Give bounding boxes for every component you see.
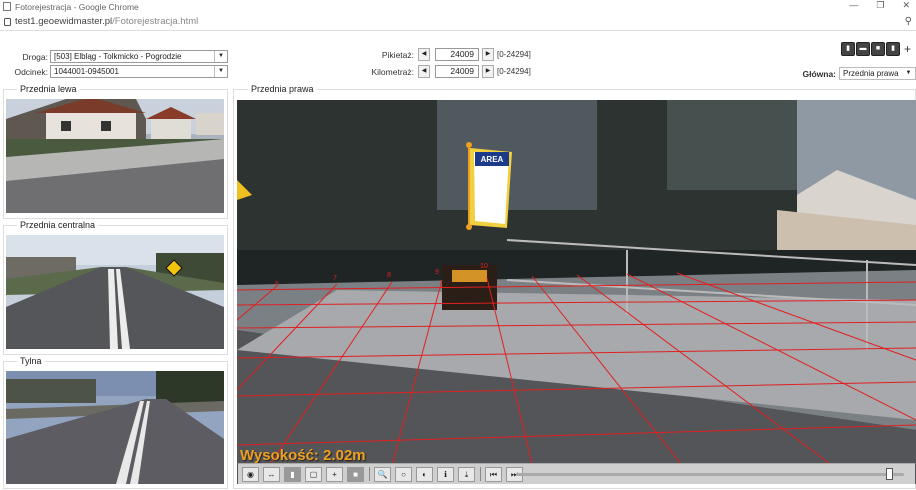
- pikietaz-range: [0-24294]: [497, 50, 531, 59]
- minimize-button[interactable]: —: [849, 0, 858, 11]
- skip-back-icon[interactable]: ⏮: [485, 466, 502, 482]
- glowna-select[interactable]: Przednia prawa ▼: [839, 67, 916, 80]
- extension-icon[interactable]: ⚲: [905, 16, 912, 27]
- kilometraz-input[interactable]: 24009: [435, 65, 479, 78]
- pikietaz-input[interactable]: 24009: [435, 48, 479, 61]
- pikietaz-prev-button[interactable]: ◀: [418, 48, 430, 61]
- measure-height-icon[interactable]: ▮: [284, 466, 301, 482]
- position-slider-track[interactable]: [516, 473, 904, 476]
- info-icon[interactable]: ℹ: [437, 466, 454, 482]
- height-measurement: Wysokość: 2.02m: [240, 447, 366, 464]
- rear-photo[interactable]: [6, 371, 224, 484]
- pikietaz-next-button[interactable]: ▶: [482, 48, 494, 61]
- chevron-down-icon: ▼: [905, 70, 912, 76]
- glowna-select-value: Przednia prawa: [843, 69, 899, 78]
- url-host: test1.geoewidmaster.pl: [15, 16, 113, 27]
- panel-front-right-title: Przednia prawa: [248, 84, 317, 94]
- sign-text: AREA: [481, 155, 504, 164]
- odcinek-select-value: 1044001-0945001: [54, 67, 119, 76]
- grid-number-10: 10: [480, 263, 488, 270]
- position-slider-handle[interactable]: [886, 468, 893, 480]
- front-center-photo[interactable]: [6, 235, 224, 349]
- crosshair-icon[interactable]: +: [326, 466, 343, 482]
- front-left-photo[interactable]: [6, 99, 224, 213]
- page-info-icon[interactable]: [4, 17, 11, 26]
- chevron-down-icon: ▼: [214, 51, 227, 62]
- kilometraz-next-button[interactable]: ▶: [482, 65, 494, 78]
- url-path: /Fotorejestracja.html: [112, 16, 199, 27]
- video-camera-icon[interactable]: ■: [871, 42, 885, 56]
- panel-rear-title: Tylna: [17, 356, 45, 366]
- odcinek-select[interactable]: 1044001-0945001 ▼: [50, 65, 228, 78]
- glowna-label: Główna:: [802, 69, 836, 79]
- add-icon[interactable]: +: [904, 42, 911, 56]
- droga-label: Droga:: [22, 52, 48, 62]
- grid-number-7: 7: [333, 275, 337, 282]
- grid-number-9: 9: [435, 269, 439, 276]
- download-icon[interactable]: ⤓: [458, 466, 475, 482]
- target-icon[interactable]: ◉: [242, 466, 259, 482]
- kilometraz-label: Kilometraż:: [371, 67, 414, 77]
- window-title: Fotorejestracja - Google Chrome: [15, 1, 139, 12]
- panel-front-left-title: Przednia lewa: [17, 84, 80, 94]
- contrast-icon[interactable]: ◐: [416, 466, 433, 482]
- zoom-icon[interactable]: 🔍: [374, 466, 391, 482]
- droga-select[interactable]: [503] Elbląg - Tolkmicko - Pogrodzie ▼: [50, 50, 228, 63]
- document-icon: [3, 2, 11, 11]
- window-titlebar: Fotorejestracja - Google Chrome — ❐ ✕: [0, 0, 916, 13]
- close-button[interactable]: ✕: [902, 0, 910, 11]
- maximize-button[interactable]: ❐: [876, 0, 884, 11]
- grid-number-8: 8: [387, 272, 391, 279]
- rectangle-icon[interactable]: ▢: [305, 466, 322, 482]
- front-right-photo[interactable]: AREA 6 7 8 9 10: [237, 100, 916, 484]
- circle-icon[interactable]: ○: [395, 466, 412, 482]
- toolbar-divider: [369, 467, 370, 481]
- camera-view-4-button[interactable]: ▮: [886, 42, 900, 56]
- camera-view-1-button[interactable]: ▮: [841, 42, 855, 56]
- droga-select-value: [503] Elbląg - Tolkmicko - Pogrodzie: [54, 52, 182, 61]
- grid-number-6: 6: [275, 281, 279, 288]
- measure-width-icon[interactable]: ↔: [263, 466, 280, 482]
- kilometraz-range: [0-24294]: [497, 67, 531, 76]
- address-bar[interactable]: test1.geoewidmaster.pl/Fotorejestracja.h…: [0, 13, 916, 31]
- grid-toggle-icon[interactable]: ■: [347, 466, 364, 482]
- panel-front-center-title: Przednia centralna: [17, 220, 99, 230]
- camera-view-2-button[interactable]: ▬: [856, 42, 870, 56]
- pikietaz-label: Pikietaż:: [381, 50, 414, 60]
- chevron-down-icon: ▼: [214, 66, 227, 77]
- toolbar-divider: [480, 467, 481, 481]
- kilometraz-prev-button[interactable]: ◀: [418, 65, 430, 78]
- odcinek-label: Odcinek:: [14, 67, 48, 77]
